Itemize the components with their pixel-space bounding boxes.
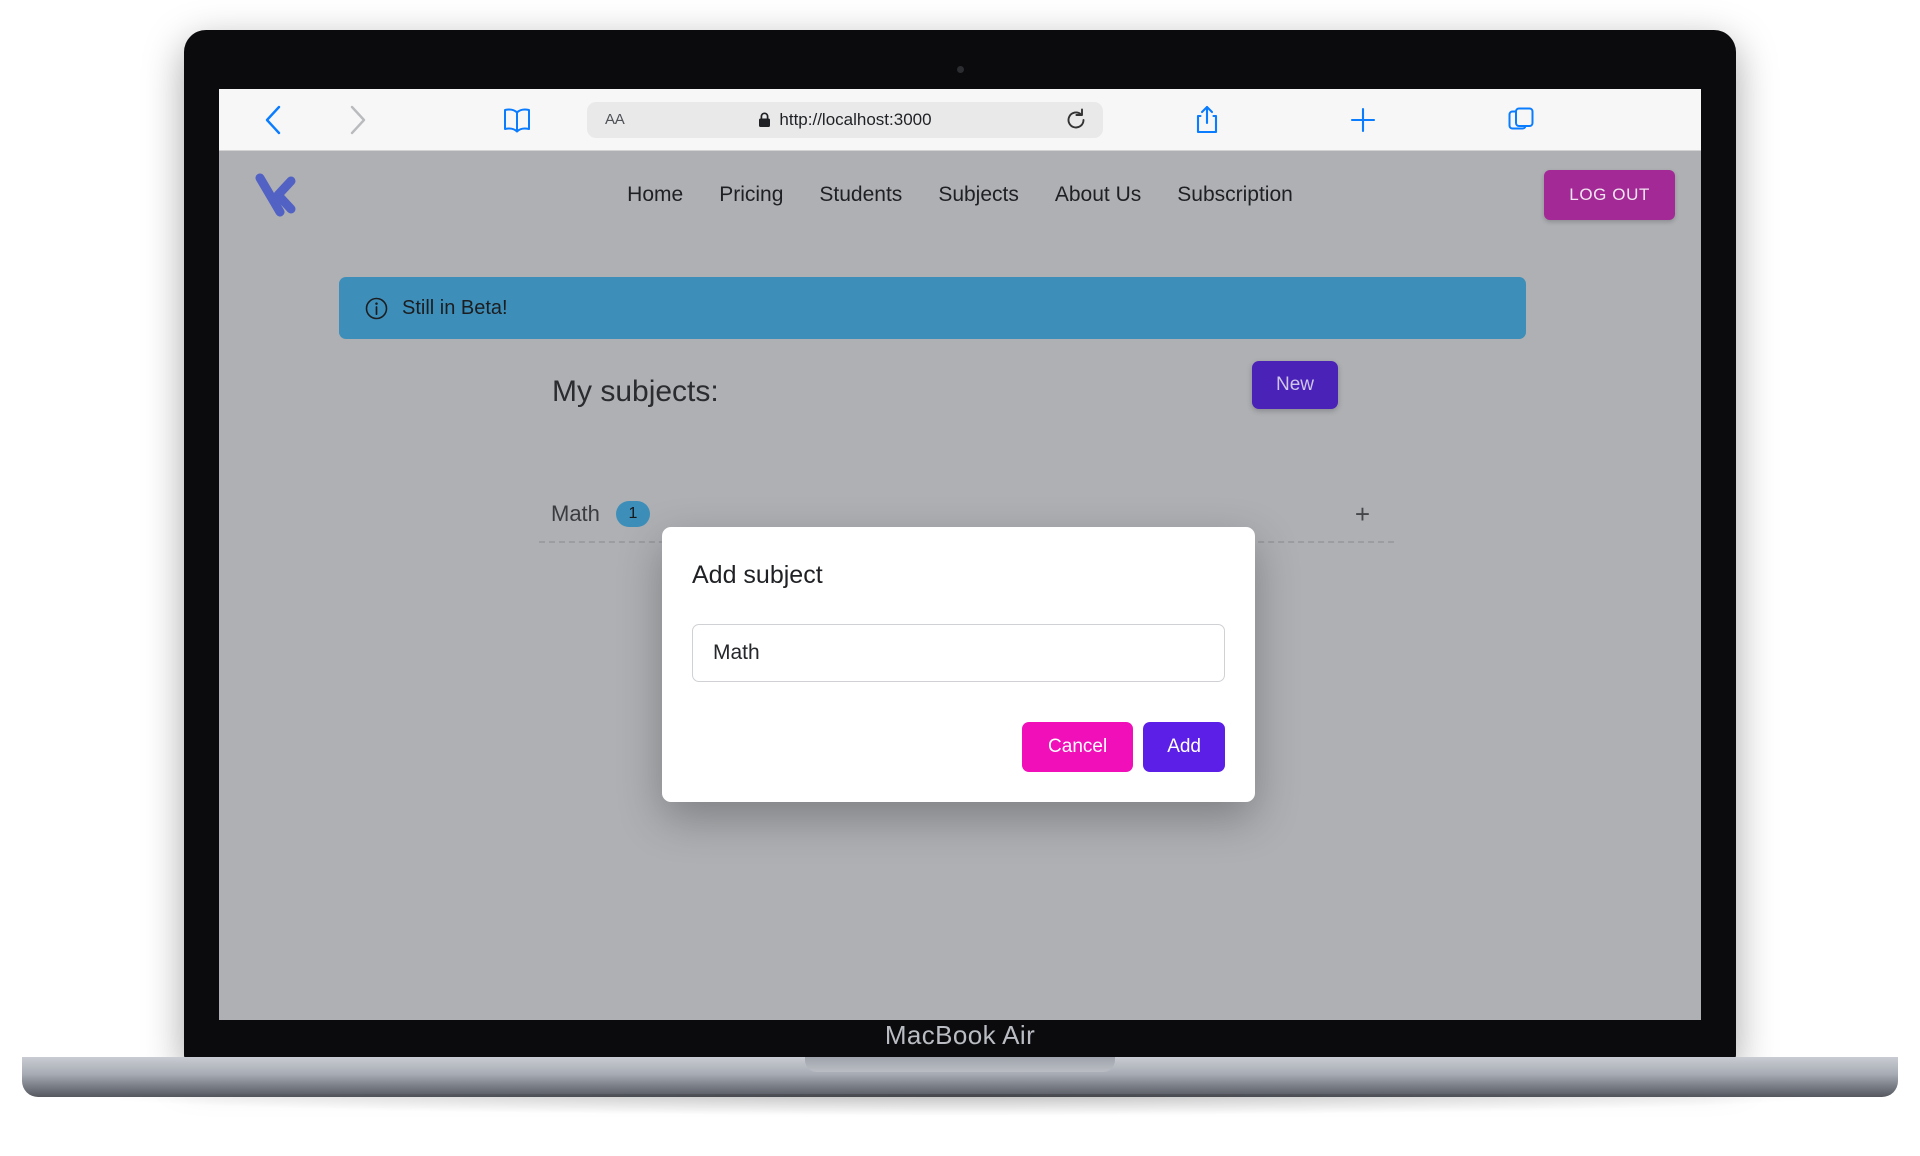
nav-forward-button[interactable] <box>315 89 401 151</box>
modal-overlay: Add subject Cancel Add <box>219 239 1701 1020</box>
nav-item-pricing[interactable]: Pricing <box>719 183 783 207</box>
dialog-title: Add subject <box>692 561 823 589</box>
logout-button[interactable]: LOG OUT <box>1544 170 1675 220</box>
page-body: Still in Beta! My subjects: New Math 1 +… <box>219 239 1701 1020</box>
text-size-button[interactable]: AA <box>605 111 625 128</box>
site-nav: Home Pricing Students Subjects About Us … <box>627 183 1293 207</box>
new-subject-button[interactable]: New <box>1252 361 1339 409</box>
beta-banner-text: Still in Beta! <box>402 296 508 319</box>
add-subject-dialog: Add subject Cancel Add <box>662 527 1255 802</box>
tabs-icon <box>1508 107 1534 129</box>
chevron-left-icon <box>265 105 280 134</box>
tabs-button[interactable] <box>1473 89 1569 151</box>
beta-banner: Still in Beta! <box>339 277 1526 339</box>
browser-viewport: AA http://localhost:3000 Home Pricing St… <box>219 89 1701 1020</box>
add-button[interactable]: Add <box>1143 722 1225 772</box>
laptop-mockup: MacBook Air AA http://localhost:3000 Hom… <box>0 0 1920 1156</box>
chevron-right-icon <box>350 105 365 134</box>
nav-item-subjects[interactable]: Subjects <box>938 183 1019 207</box>
laptop-base-notch <box>805 1057 1115 1072</box>
nav-item-home[interactable]: Home <box>627 183 683 207</box>
book-icon <box>504 108 530 132</box>
subject-name: Math <box>551 501 600 526</box>
text-size-label: AA <box>605 111 625 128</box>
site-header: Home Pricing Students Subjects About Us … <box>219 151 1701 239</box>
add-topic-icon[interactable]: + <box>1355 501 1370 527</box>
browser-toolbar: AA http://localhost:3000 <box>219 89 1701 151</box>
bookmarks-button[interactable] <box>457 89 577 151</box>
new-tab-button[interactable] <box>1315 89 1411 151</box>
nav-item-about-us[interactable]: About Us <box>1055 183 1141 207</box>
page-title: My subjects: <box>552 375 719 408</box>
plus-icon <box>1350 107 1376 132</box>
address-bar[interactable]: AA http://localhost:3000 <box>587 101 1103 138</box>
reload-button[interactable] <box>1065 108 1087 132</box>
nav-item-students[interactable]: Students <box>819 183 902 207</box>
laptop-shadow <box>60 1094 1860 1116</box>
lock-icon <box>759 112 771 127</box>
reload-icon <box>1067 108 1085 128</box>
device-label: MacBook Air <box>884 1020 1036 1050</box>
cancel-button[interactable]: Cancel <box>1022 722 1134 772</box>
share-button[interactable] <box>1159 89 1255 151</box>
subject-count-badge: 1 <box>615 501 650 527</box>
nav-back-button[interactable] <box>229 89 315 151</box>
dialog-actions: Cancel Add <box>692 722 1225 772</box>
webcam-icon <box>956 66 964 73</box>
share-icon <box>1196 105 1218 133</box>
subject-name-input[interactable] <box>692 624 1225 682</box>
info-circle-icon <box>365 297 388 319</box>
address-bar-url: http://localhost:3000 <box>779 109 932 129</box>
laptop-base <box>22 1057 1898 1097</box>
brand-logo-icon[interactable] <box>247 168 301 222</box>
nav-item-subscription[interactable]: Subscription <box>1177 183 1293 207</box>
address-bar-url-group: http://localhost:3000 <box>758 109 932 130</box>
